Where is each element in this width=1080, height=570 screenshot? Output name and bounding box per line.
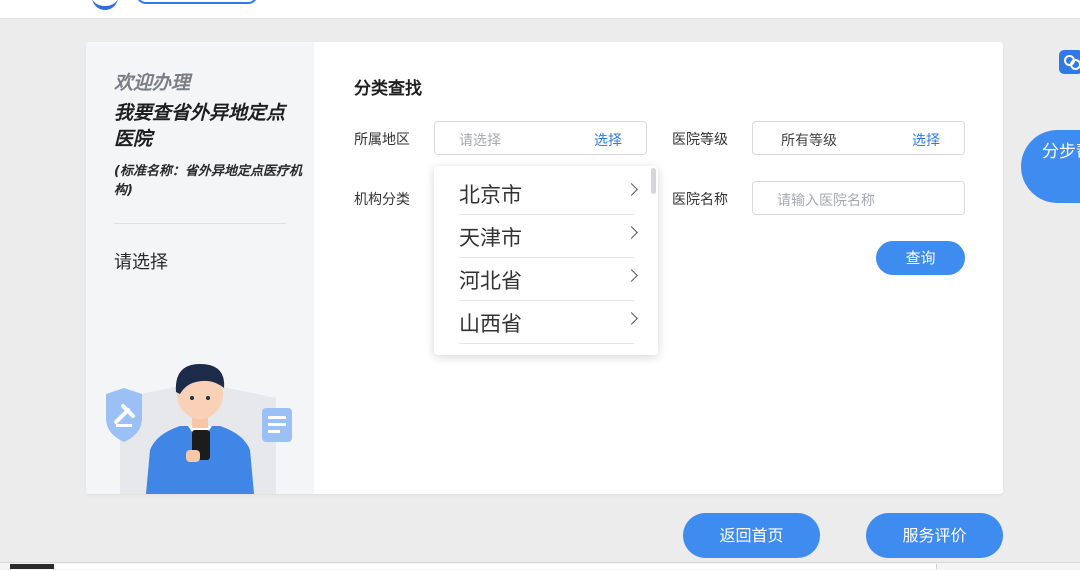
service-title: 我要查省外异地定点医院	[114, 102, 286, 150]
dropdown-item[interactable]: 北京市	[459, 171, 638, 215]
region-select[interactable]: 请选择 选择	[434, 121, 647, 155]
dropdown-item[interactable]: 天津市	[459, 214, 638, 258]
logo-icon	[92, 0, 118, 10]
level-value: 所有等级	[781, 133, 837, 149]
dropdown-item[interactable]: 河北省	[459, 257, 638, 301]
region-label: 所属地区	[354, 132, 410, 148]
hospital-name-placeholder: 请输入医院名称	[777, 193, 875, 209]
region-placeholder: 请选择	[459, 133, 501, 149]
link-icon[interactable]	[1059, 50, 1080, 74]
search-panel: 分类查找 所属地区 请选择 选择 医院等级 所有等级 选择 机构分类 医院名称 …	[314, 42, 1003, 494]
dropdown-item-label: 北京市	[459, 183, 522, 207]
level-select-link[interactable]: 选择	[912, 130, 940, 150]
chevron-right-icon	[625, 269, 638, 282]
sidebar-divider	[114, 223, 286, 224]
welcome-text: 欢迎办理	[114, 72, 191, 94]
taskbar-tab[interactable]	[56, 564, 257, 569]
query-button[interactable]: 查询	[876, 241, 965, 275]
chevron-right-icon	[625, 312, 638, 325]
step-help-button[interactable]: 分步帮助	[1021, 130, 1080, 203]
top-header	[0, 0, 1080, 19]
level-label: 医院等级	[672, 132, 728, 148]
hospital-name-label: 医院名称	[672, 192, 728, 208]
hospital-name-input[interactable]: 请输入医院名称	[752, 181, 965, 215]
chevron-right-icon	[625, 183, 638, 196]
chevron-right-icon	[625, 226, 638, 239]
dropdown-item-label: 山西省	[459, 312, 522, 336]
level-select[interactable]: 所有等级 选择	[752, 121, 965, 155]
dropdown-item-label: 河北省	[459, 269, 522, 293]
dropdown-item[interactable]: 山西省	[459, 300, 638, 344]
dropdown-scrollbar[interactable]	[651, 168, 656, 194]
evaluate-button[interactable]: 服务评价	[866, 513, 1003, 558]
service-illustration	[106, 364, 292, 494]
select-prompt: 请选择	[114, 252, 168, 273]
dropdown-item-label: 天津市	[459, 226, 522, 250]
home-button[interactable]: 返回首页	[683, 513, 820, 558]
taskbar-field[interactable]	[256, 564, 937, 569]
header-pill-button[interactable]	[136, 0, 258, 4]
section-title: 分类查找	[354, 79, 422, 99]
standard-name-note: (标准名称：省外异地定点医疗机构)	[114, 164, 302, 198]
region-dropdown: 北京市 天津市 河北省 山西省	[434, 166, 658, 355]
category-label: 机构分类	[354, 192, 410, 208]
taskbar-start[interactable]	[10, 564, 54, 569]
sidebar-panel: 欢迎办理 我要查省外异地定点医院 (标准名称：省外异地定点医疗机构) 请选择	[86, 42, 314, 494]
region-select-link[interactable]: 选择	[594, 130, 622, 150]
